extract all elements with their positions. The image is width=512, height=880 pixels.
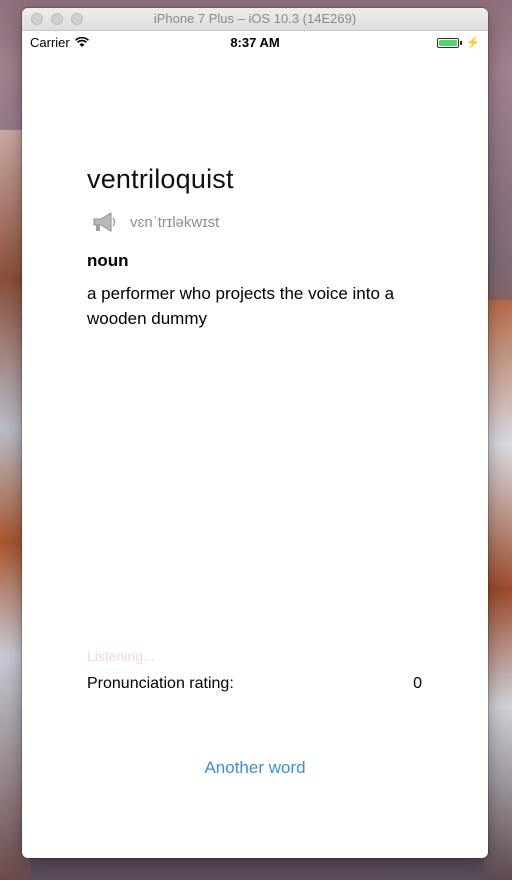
pronunciation-row: vɛnˈtrɪləkwɪst [87, 211, 427, 233]
desktop-wallpaper-right [484, 300, 512, 880]
word-title: ventriloquist [87, 164, 234, 194]
rating-value: 0 [413, 675, 422, 692]
ios-status-bar: Carrier 8:37 AM ⚡ [22, 31, 488, 53]
another-word-button[interactable]: Another word [22, 758, 488, 778]
pronunciation-rating-row: Pronunciation rating: 0 [87, 675, 422, 693]
battery-indicator: ⚡ [437, 36, 480, 49]
window-title: iPhone 7 Plus – iOS 10.3 (14E269) [153, 11, 357, 26]
battery-icon [437, 37, 460, 48]
listening-status: Listening... [87, 648, 155, 664]
part-of-speech: noun [87, 251, 129, 270]
definition-text: a performer who projects the voice into … [87, 284, 395, 328]
word-card: ventriloquist vɛnˈtrɪləkwɪst noun a perf… [87, 164, 427, 331]
charging-bolt-icon: ⚡ [466, 37, 480, 49]
rating-label: Pronunciation rating: [87, 675, 234, 692]
status-time: 8:37 AM [230, 35, 280, 50]
ipa-transcription: vɛnˈtrɪləkwɪst [130, 213, 220, 231]
simulator-window: iPhone 7 Plus – iOS 10.3 (14E269) Carrie… [22, 8, 488, 858]
megaphone-speaker-icon[interactable] [91, 211, 117, 233]
window-titlebar[interactable]: iPhone 7 Plus – iOS 10.3 (14E269) [22, 8, 488, 31]
